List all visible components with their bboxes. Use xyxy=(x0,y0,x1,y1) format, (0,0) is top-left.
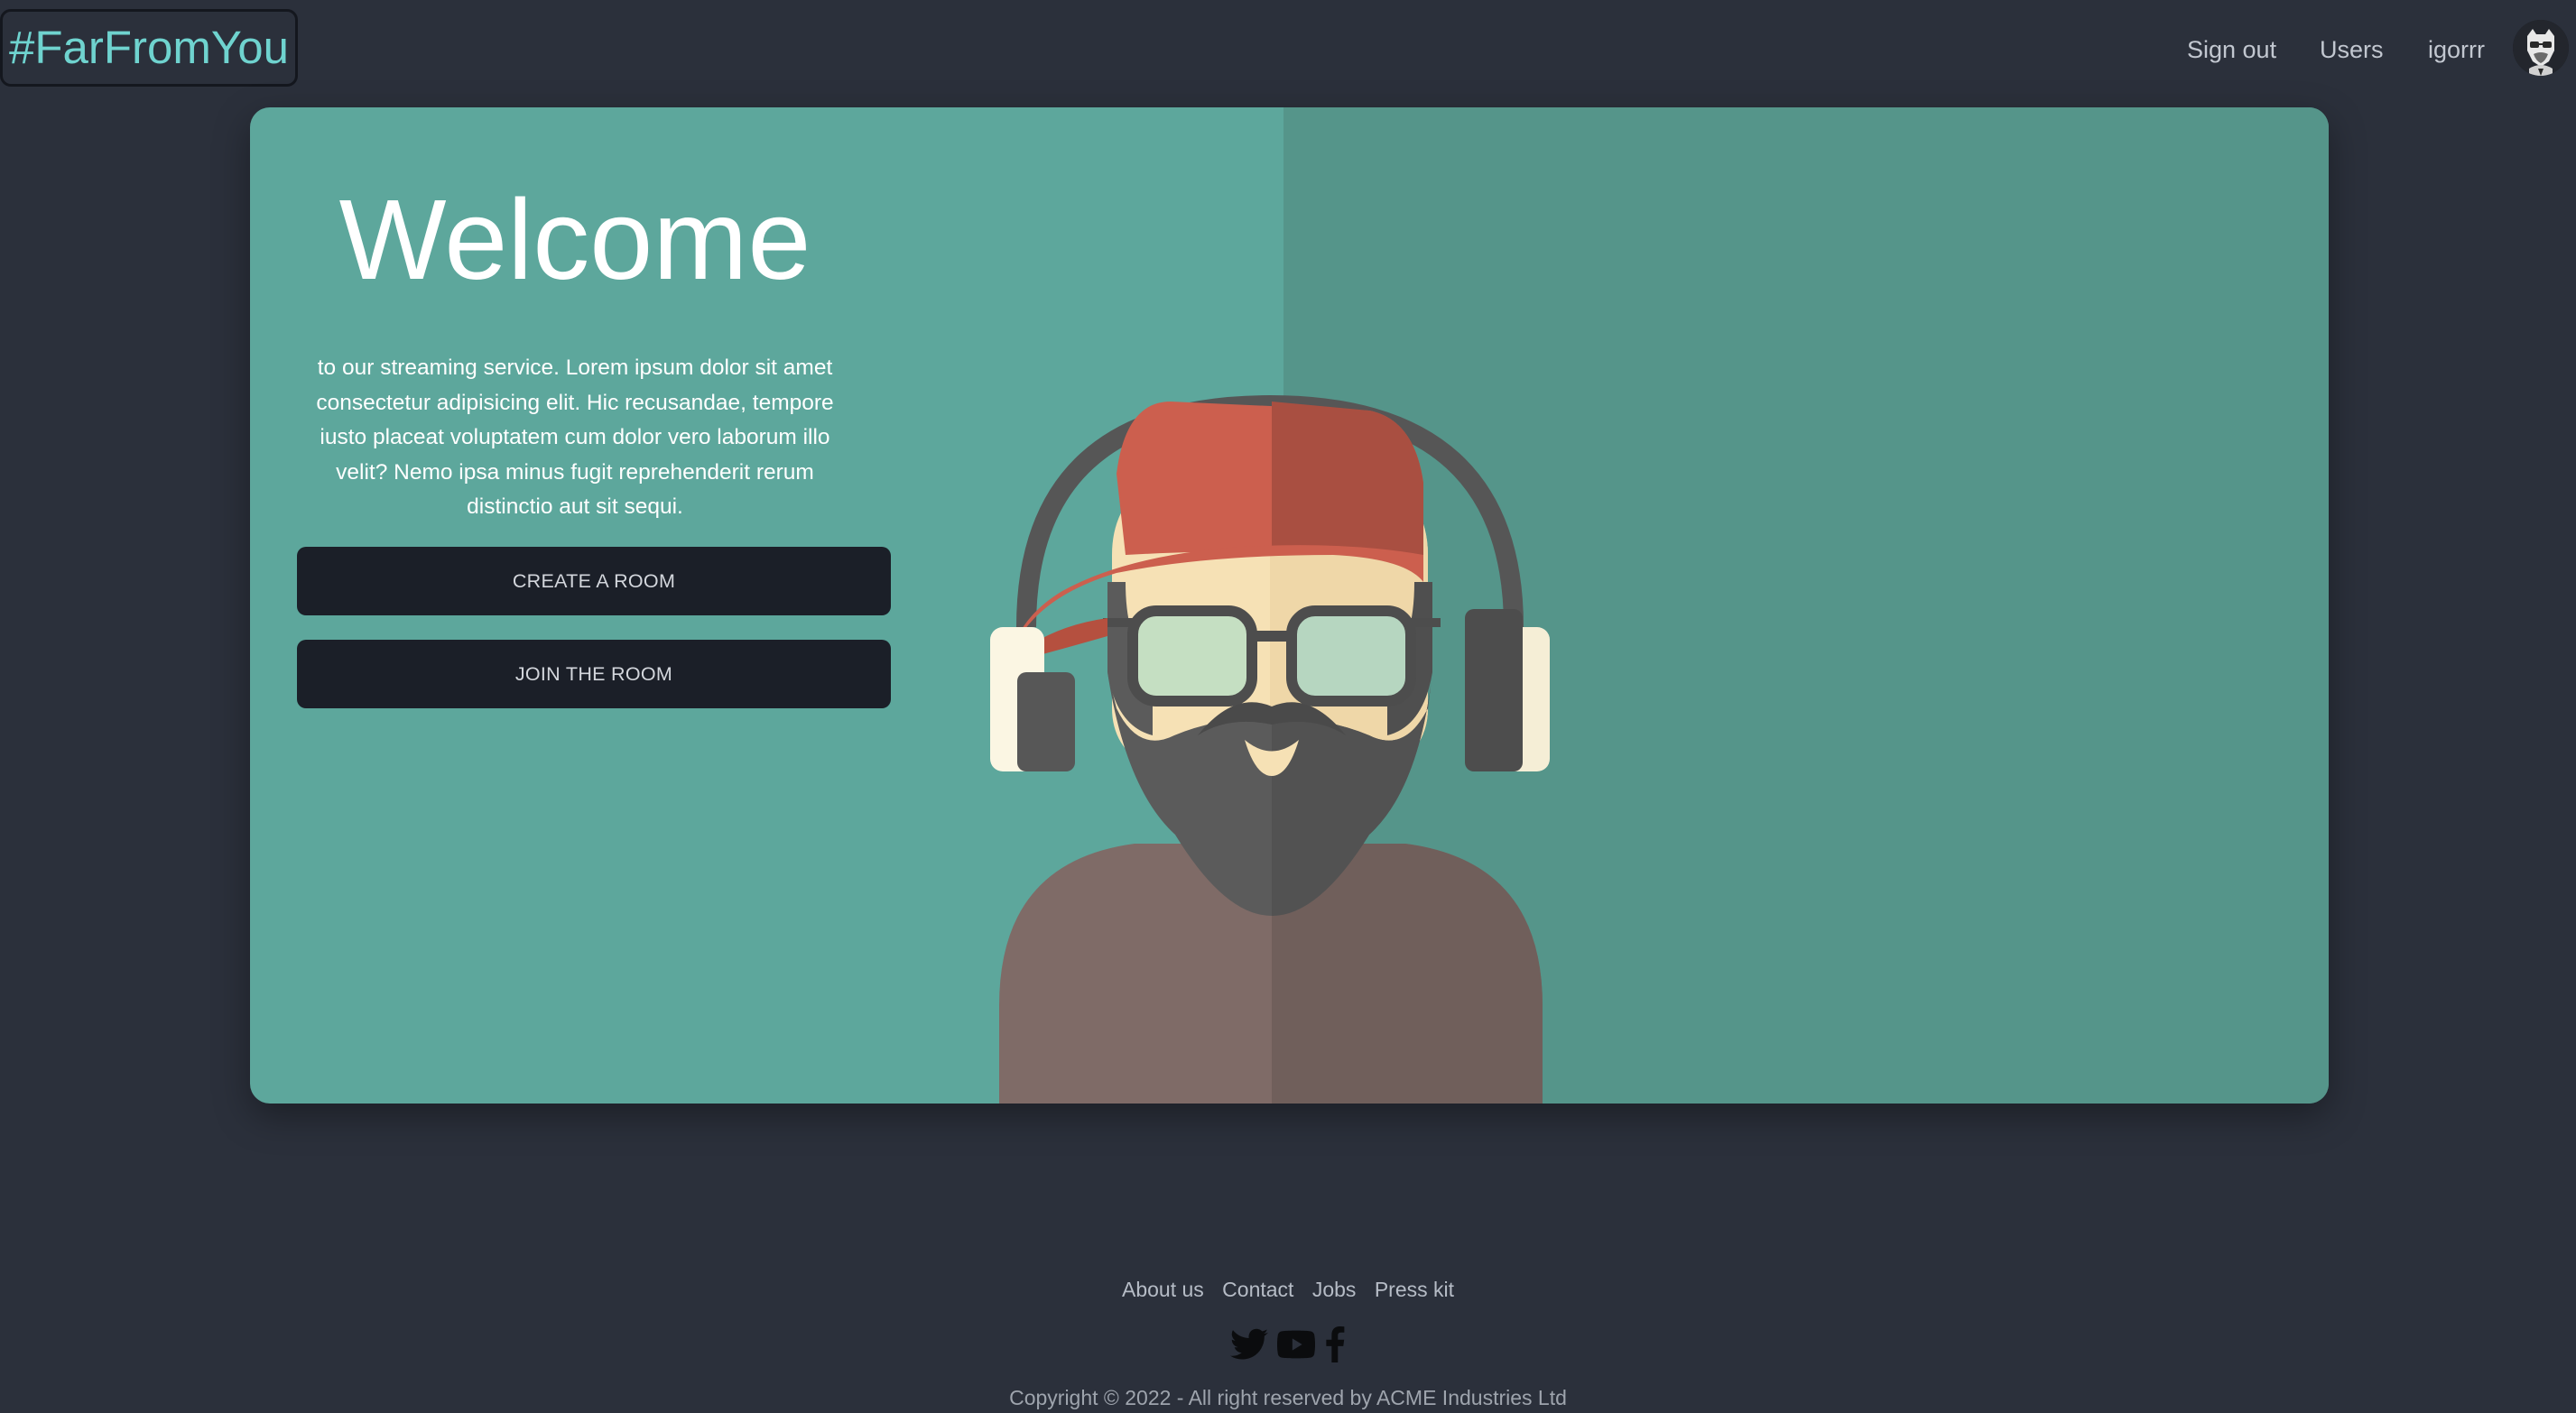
facebook-icon[interactable] xyxy=(1324,1326,1346,1362)
footer-link-about[interactable]: About us xyxy=(1122,1278,1204,1301)
users-link[interactable]: Users xyxy=(2320,32,2384,67)
username-link[interactable]: igorrr xyxy=(2428,32,2485,67)
twitter-icon[interactable] xyxy=(1230,1328,1268,1361)
youtube-icon[interactable] xyxy=(1276,1330,1316,1359)
brand-logo[interactable]: #FarFromYou xyxy=(0,9,298,87)
footer-link-contact[interactable]: Contact xyxy=(1222,1278,1293,1301)
bearded-man-headphones-illustration xyxy=(990,394,1550,1104)
create-room-button[interactable]: CREATE A ROOM xyxy=(297,547,891,615)
user-avatar[interactable] xyxy=(2513,20,2569,76)
welcome-title: Welcome xyxy=(338,176,811,303)
footer-link-jobs[interactable]: Jobs xyxy=(1312,1278,1357,1301)
welcome-description: to our streaming service. Lorem ipsum do… xyxy=(316,356,834,519)
user-avatar-icon xyxy=(2513,20,2569,76)
social-links xyxy=(0,1326,2576,1362)
footer-link-press-kit[interactable]: Press kit xyxy=(1375,1278,1454,1301)
sign-out-link[interactable]: Sign out xyxy=(2187,32,2276,67)
welcome-hero: Welcome to our streaming service. Lorem … xyxy=(250,107,2329,1104)
join-room-button[interactable]: JOIN THE ROOM xyxy=(297,640,891,708)
copyright-text: Copyright © 2022 - All right reserved by… xyxy=(1009,1386,1567,1409)
footer-links: About us Contact Jobs Press kit xyxy=(0,1274,2576,1305)
